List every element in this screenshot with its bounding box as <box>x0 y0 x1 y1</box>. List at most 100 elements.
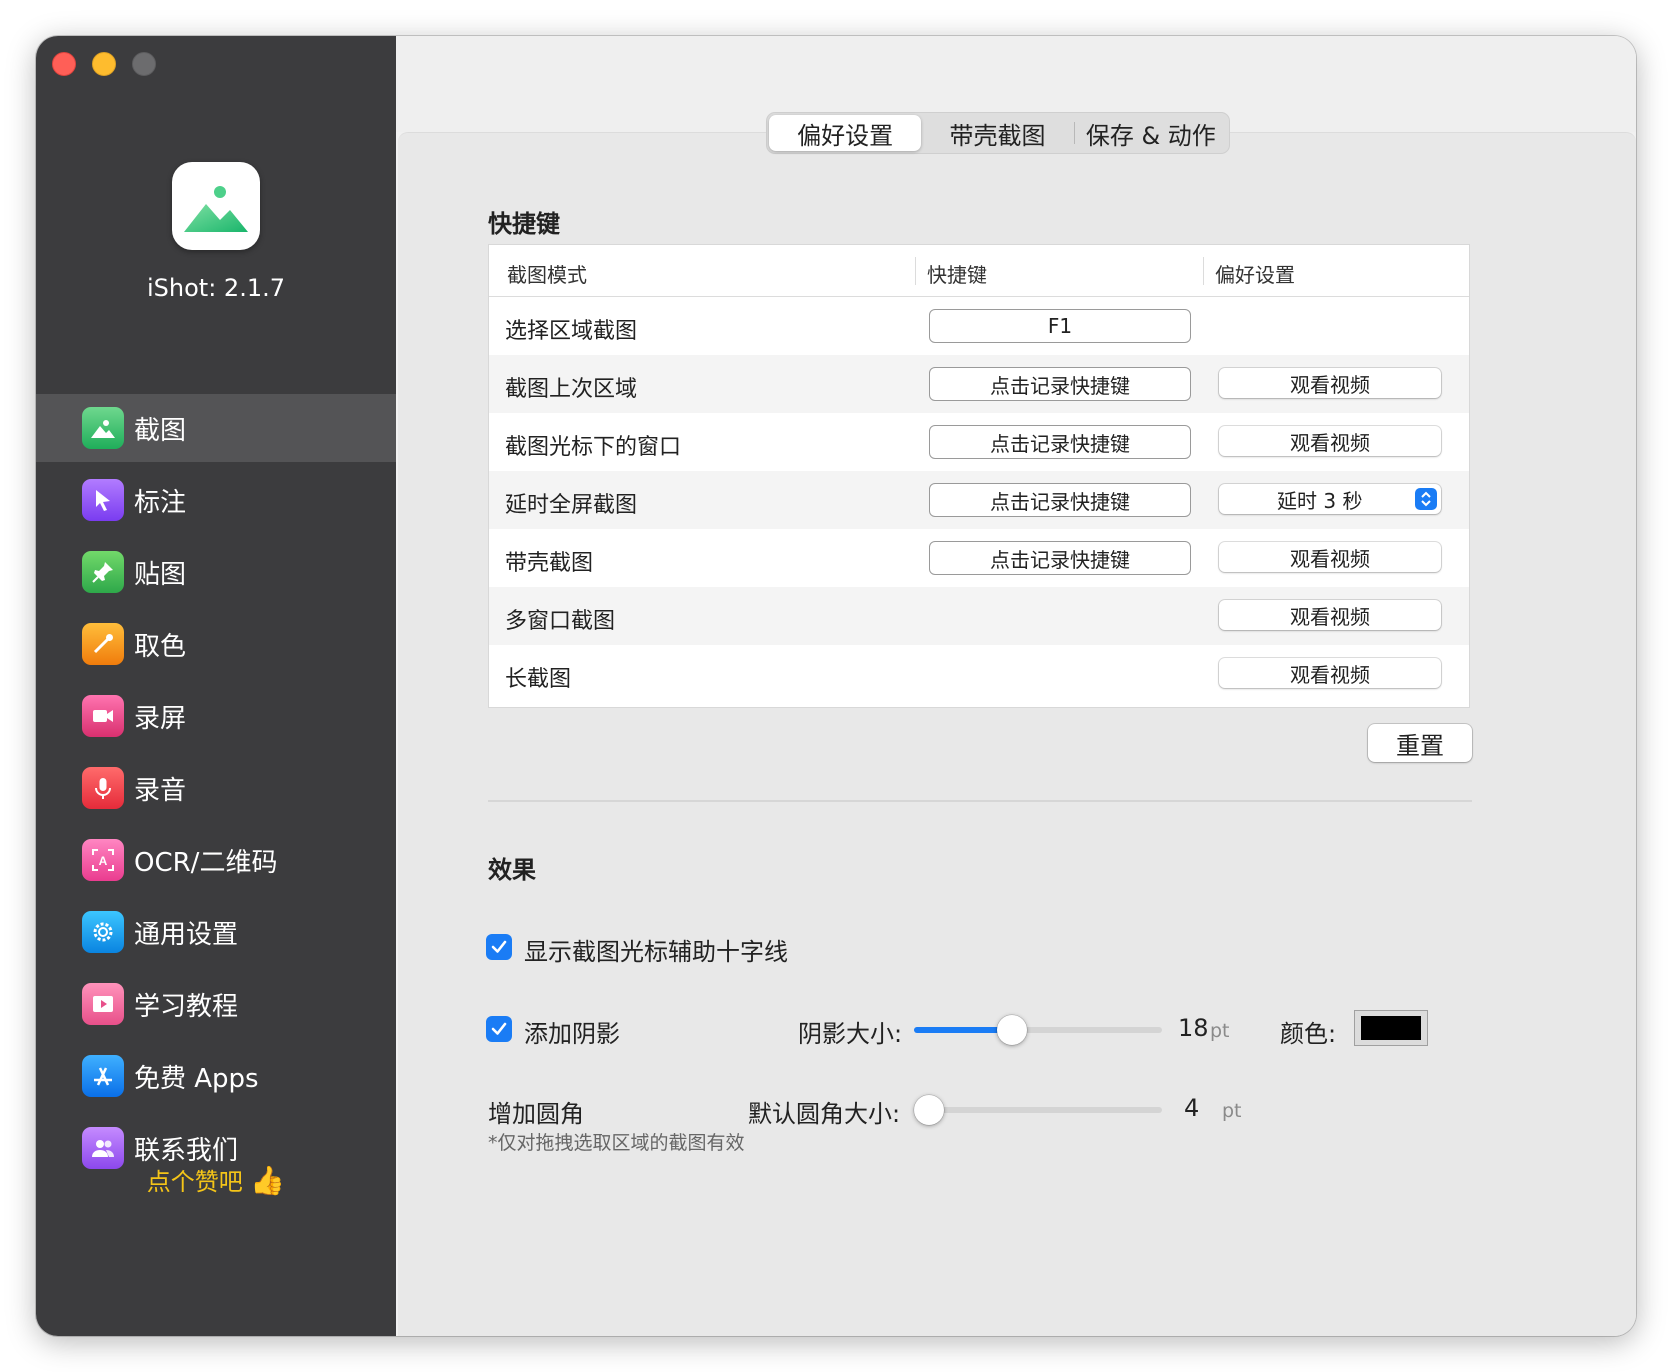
mode-name: 截图光标下的窗口 <box>505 435 682 460</box>
watch-video-button[interactable]: 观看视频 <box>1219 600 1441 630</box>
sidebar-item-label: 截图 <box>134 415 187 446</box>
hotkey-recorder-button[interactable]: 点击记录快捷键 <box>929 425 1191 459</box>
watch-video-button[interactable]: 观看视频 <box>1219 368 1441 398</box>
minimize-window-button[interactable] <box>92 52 116 76</box>
settings-tabs: 偏好设置 带壳截图 保存 & 动作 <box>766 112 1230 154</box>
tab-device-frame[interactable]: 带壳截图 <box>921 115 1073 151</box>
sidebar-item-label: 免费 Apps <box>134 1063 259 1094</box>
mode-name: 延时全屏截图 <box>505 493 638 518</box>
sidebar-item-label: 录音 <box>134 775 187 806</box>
like-prompt[interactable]: 点个赞吧 👍 <box>36 1162 396 1197</box>
column-header-mode: 截图模式 <box>507 263 587 287</box>
checkmark-icon <box>491 1022 507 1035</box>
pin-icon <box>82 551 124 593</box>
svg-text:A: A <box>99 854 108 868</box>
cursor-icon <box>82 479 124 521</box>
hotkey-recorder-button[interactable]: 点击记录快捷键 <box>929 367 1191 401</box>
column-header-hotkey: 快捷键 <box>927 263 987 287</box>
corner-size-label: 默认圆角大小: <box>748 1100 901 1128</box>
mode-name: 截图上次区域 <box>505 377 638 402</box>
column-header-preferences: 偏好设置 <box>1215 263 1295 287</box>
effects-section-title: 效果 <box>488 856 536 884</box>
hotkey-recorder-button[interactable]: 点击记录快捷键 <box>929 541 1191 575</box>
sidebar-nav: 截图 标注 贴图 取色 录屏 录音 A OCR/二维码 通用设置 学习教程 免费… <box>36 394 396 1186</box>
table-row: 带壳截图 点击记录快捷键 观看视频 <box>489 529 1469 587</box>
app-window: iShot: 2.1.7 截图 标注 贴图 取色 录屏 录音 A OCR/二维码… <box>36 36 1636 1336</box>
corner-size-unit: pt <box>1222 1100 1242 1122</box>
sidebar-item-label: 取色 <box>134 631 187 662</box>
crosshair-checkbox[interactable] <box>486 934 512 960</box>
zoom-window-button[interactable] <box>132 52 156 76</box>
color-label: 颜色: <box>1280 1020 1337 1048</box>
slider-thumb[interactable] <box>996 1015 1027 1045</box>
watch-video-button[interactable]: 观看视频 <box>1219 426 1441 456</box>
corner-note: *仅对拖拽选取区域的截图有效 <box>488 1132 745 1154</box>
table-row: 选择区域截图 F1 <box>489 297 1469 355</box>
microphone-icon <box>82 767 124 809</box>
shortcuts-table: 截图模式 快捷键 偏好设置 选择区域截图 F1 截图上次区域 点击记录快捷键 观… <box>488 244 1470 708</box>
app-version: iShot: 2.1.7 <box>147 274 285 302</box>
close-window-button[interactable] <box>52 52 76 76</box>
table-row: 截图上次区域 点击记录快捷键 观看视频 <box>489 355 1469 413</box>
corner-size-value: 4 <box>1184 1094 1200 1122</box>
table-row: 截图光标下的窗口 点击记录快捷键 观看视频 <box>489 413 1469 471</box>
sidebar-item-record-screen[interactable]: 录屏 <box>36 682 396 750</box>
corner-size-slider[interactable] <box>914 1095 1162 1125</box>
sidebar-item-label: OCR/二维码 <box>134 847 278 878</box>
thumbs-up-icon: 👍 <box>250 1164 286 1197</box>
color-swatch <box>1361 1016 1421 1040</box>
column-separator <box>1203 257 1204 285</box>
tutorial-icon <box>82 983 124 1025</box>
mode-name: 多窗口截图 <box>505 609 616 634</box>
watch-video-button[interactable]: 观看视频 <box>1219 658 1441 688</box>
sidebar-item-label: 标注 <box>134 487 187 518</box>
crosshair-label: 显示截图光标辅助十字线 <box>524 938 788 966</box>
delay-select[interactable]: 延时 3 秒 <box>1219 484 1441 514</box>
app-logo-icon <box>172 162 260 250</box>
sidebar-item-label: 录屏 <box>134 703 187 734</box>
sidebar-item-tutorials[interactable]: 学习教程 <box>36 970 396 1038</box>
shadow-color-well[interactable] <box>1354 1010 1428 1046</box>
sidebar-item-general-settings[interactable]: 通用设置 <box>36 898 396 966</box>
video-icon <box>82 695 124 737</box>
sidebar-item-free-apps[interactable]: 免费 Apps <box>36 1042 396 1110</box>
sidebar-item-label: 联系我们 <box>134 1135 239 1166</box>
shadow-size-unit: pt <box>1210 1020 1230 1042</box>
shadow-size-label: 阴影大小: <box>798 1020 903 1048</box>
checkmark-icon <box>491 940 507 953</box>
sidebar-item-color-picker[interactable]: 取色 <box>36 610 396 678</box>
shortcuts-section-title: 快捷键 <box>488 210 560 238</box>
mode-name: 选择区域截图 <box>505 319 638 344</box>
table-header: 截图模式 快捷键 偏好设置 <box>489 245 1469 297</box>
hotkey-recorder-button[interactable]: F1 <box>929 309 1191 343</box>
table-row: 延时全屏截图 点击记录快捷键 延时 3 秒 <box>489 471 1469 529</box>
table-row: 长截图 观看视频 <box>489 645 1469 703</box>
mode-name: 长截图 <box>505 667 572 692</box>
shadow-size-value: 18 <box>1178 1014 1209 1042</box>
sidebar-item-record-audio[interactable]: 录音 <box>36 754 396 822</box>
chevron-up-down-icon <box>1415 488 1437 510</box>
ocr-icon: A <box>82 839 124 881</box>
tab-save-actions[interactable]: 保存 & 动作 <box>1075 115 1227 151</box>
hotkey-recorder-button[interactable]: 点击记录快捷键 <box>929 483 1191 517</box>
slider-thumb[interactable] <box>914 1095 944 1125</box>
gear-icon <box>82 911 124 953</box>
sidebar-item-screenshot[interactable]: 截图 <box>36 394 396 462</box>
app-store-icon <box>82 1055 124 1097</box>
table-row: 多窗口截图 观看视频 <box>489 587 1469 645</box>
delay-select-value: 延时 3 秒 <box>1277 488 1363 513</box>
shadow-checkbox[interactable] <box>486 1016 512 1042</box>
sidebar-item-pin[interactable]: 贴图 <box>36 538 396 606</box>
sidebar: iShot: 2.1.7 截图 标注 贴图 取色 录屏 录音 A OCR/二维码… <box>36 36 396 1336</box>
corner-label: 增加圆角 <box>488 1100 584 1128</box>
shadow-size-slider[interactable] <box>914 1015 1162 1045</box>
sidebar-item-label: 贴图 <box>134 559 187 590</box>
sidebar-item-ocr[interactable]: A OCR/二维码 <box>36 826 396 894</box>
main-panel: 偏好设置 带壳截图 保存 & 动作 快捷键 截图模式 快捷键 偏好设置 选择区域… <box>396 36 1636 1336</box>
eyedropper-icon <box>82 623 124 665</box>
column-separator <box>915 257 916 285</box>
sidebar-item-annotate[interactable]: 标注 <box>36 466 396 534</box>
reset-button[interactable]: 重置 <box>1368 724 1472 762</box>
watch-video-button[interactable]: 观看视频 <box>1219 542 1441 572</box>
tab-preferences[interactable]: 偏好设置 <box>769 115 922 151</box>
